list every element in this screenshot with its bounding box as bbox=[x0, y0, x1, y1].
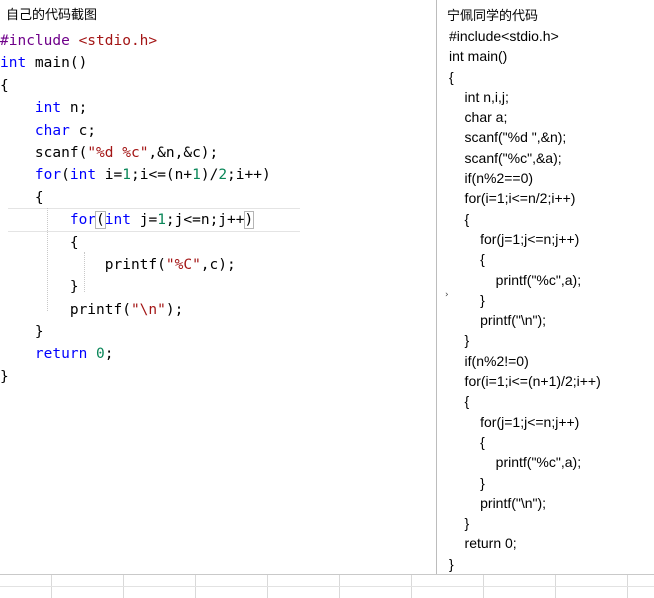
code-token: 1 bbox=[122, 167, 131, 184]
code-line: { bbox=[0, 187, 436, 209]
code-token: } bbox=[0, 324, 44, 341]
code-line: for(j=1;j<=n;j++) bbox=[449, 230, 580, 247]
code-line: for(int i=1;i<=(n+1)/2;i++) bbox=[0, 164, 436, 186]
code-line: printf("%C",c); bbox=[0, 254, 436, 276]
code-token: for bbox=[69, 212, 97, 229]
code-line: printf("\n"); bbox=[449, 312, 547, 329]
code-token: n; bbox=[61, 100, 88, 117]
code-line: scanf("%c",&a); bbox=[449, 149, 562, 166]
code-token: 1 bbox=[192, 167, 201, 184]
code-token: char bbox=[34, 122, 70, 139]
code-token: ;j<=n;j++ bbox=[165, 212, 245, 229]
code-token: { bbox=[0, 77, 9, 94]
code-token: ,&n,&c); bbox=[148, 144, 219, 161]
code-token: ( bbox=[61, 167, 70, 184]
code-line: if(n%2!=0) bbox=[449, 352, 529, 369]
code-line: } bbox=[449, 332, 470, 349]
code-line: { bbox=[449, 210, 470, 227]
sheet-row-line bbox=[0, 586, 654, 587]
code-line: { bbox=[449, 68, 454, 85]
left-code-editor[interactable]: #include <stdio.h> int main(){ int n; cha… bbox=[0, 30, 436, 388]
code-token: scanf( bbox=[0, 144, 88, 161]
code-token: "%d %c" bbox=[87, 144, 149, 161]
code-token: main() bbox=[26, 55, 88, 72]
code-line: return 0; bbox=[0, 343, 436, 365]
code-line: } bbox=[449, 515, 470, 532]
code-token: <stdio.h> bbox=[78, 33, 158, 49]
code-token: ; bbox=[104, 346, 114, 363]
code-token: i= bbox=[96, 167, 123, 184]
code-line: int n; bbox=[0, 97, 436, 119]
code-line: { bbox=[449, 433, 485, 450]
code-line: } bbox=[0, 366, 436, 388]
code-line: for(j=1;j<=n;j++) bbox=[449, 413, 580, 430]
code-token: 2 bbox=[218, 167, 228, 184]
code-line: printf("\n"); bbox=[0, 299, 436, 321]
code-token: ); bbox=[165, 301, 184, 318]
code-line: } bbox=[0, 321, 436, 343]
code-token: 0 bbox=[96, 346, 105, 363]
code-token: ) bbox=[243, 211, 255, 230]
code-line: { bbox=[0, 75, 436, 97]
code-line: return 0; bbox=[449, 535, 517, 552]
code-token: for bbox=[34, 167, 62, 184]
code-token: int bbox=[104, 212, 131, 229]
code-line: char c; bbox=[0, 120, 436, 142]
code-line: { bbox=[0, 232, 436, 254]
code-token: int bbox=[0, 55, 27, 72]
code-token: } bbox=[0, 368, 9, 385]
code-token: "\n" bbox=[130, 301, 166, 318]
code-token: ,c); bbox=[200, 256, 236, 273]
code-line: printf("%c",a); bbox=[449, 271, 582, 288]
code-line: printf("%c",a); bbox=[449, 454, 582, 471]
code-line: int main() bbox=[449, 48, 508, 65]
code-token: int bbox=[34, 100, 62, 117]
code-line: { bbox=[449, 393, 470, 410]
code-token: return bbox=[34, 346, 88, 363]
code-line: } bbox=[449, 291, 485, 308]
code-line: printf("\n"); bbox=[449, 494, 547, 511]
left-caption: 自己的代码截图 bbox=[6, 8, 98, 23]
code-token: ;i++) bbox=[227, 167, 271, 184]
right-caption: 宁佩同学的代码 bbox=[447, 9, 539, 24]
code-line: scanf("%d ",&n); bbox=[449, 129, 567, 146]
code-line: for(i=1;i<=n/2;i++) bbox=[449, 190, 576, 207]
code-token: } bbox=[0, 279, 79, 296]
code-token: )/ bbox=[200, 167, 219, 184]
code-line: if(n%2==0) bbox=[449, 170, 534, 187]
code-token: printf( bbox=[0, 301, 131, 318]
spreadsheet-grid-strip bbox=[0, 574, 654, 598]
code-line: #include<stdio.h> bbox=[449, 28, 559, 44]
code-token: c; bbox=[69, 122, 97, 139]
code-line: for(i=1;i<=(n+1)/2;i++) bbox=[449, 373, 601, 390]
code-line: for(int j=1;j<=n;j++) bbox=[0, 209, 436, 231]
code-line: int main() bbox=[0, 52, 436, 74]
mouse-cursor-mark: › bbox=[445, 290, 449, 300]
right-code-text: #include<stdio.h> int main(){ int n,i,j; … bbox=[449, 26, 601, 574]
code-line: { bbox=[449, 251, 485, 268]
code-token: #include bbox=[0, 33, 79, 49]
code-line: } bbox=[0, 276, 436, 298]
code-token: { bbox=[0, 189, 44, 206]
code-line: int n,i,j; bbox=[449, 88, 509, 105]
code-token: printf( bbox=[0, 256, 166, 273]
code-token: 1 bbox=[157, 212, 166, 229]
code-line: } bbox=[449, 555, 454, 572]
code-token: { bbox=[0, 234, 79, 251]
code-token: ( bbox=[95, 211, 106, 230]
code-token: int bbox=[69, 167, 97, 184]
code-line: #include <stdio.h> bbox=[0, 30, 436, 52]
code-token: j= bbox=[130, 212, 158, 229]
code-token: ;i<=(n+ bbox=[131, 167, 193, 184]
code-line: scanf("%d %c",&n,&c); bbox=[0, 142, 436, 164]
code-token: "%C" bbox=[165, 256, 201, 273]
code-line: char a; bbox=[449, 109, 508, 126]
code-line: } bbox=[449, 474, 485, 491]
